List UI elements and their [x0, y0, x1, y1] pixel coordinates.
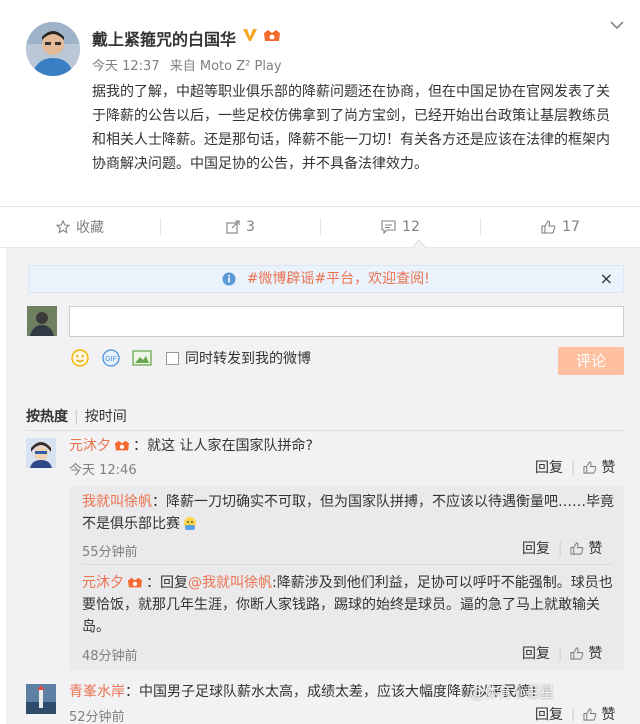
panel-caret	[412, 240, 426, 248]
forward-checkbox[interactable]	[166, 351, 179, 365]
post-meta: 今天 12:37 来自 Moto Z² Play	[92, 55, 288, 74]
like-count: 17	[562, 219, 580, 235]
sort-by-time[interactable]: 按时间	[85, 409, 127, 425]
sort-separator: |	[74, 409, 79, 425]
forward-label[interactable]: 同时转发到我的微博	[185, 348, 311, 368]
ops-separator: |	[558, 645, 563, 661]
ops-separator: |	[571, 706, 576, 722]
reply-link[interactable]: 回复	[522, 643, 550, 663]
reply-link[interactable]: 回复	[522, 538, 550, 558]
commenter-name[interactable]: 我就叫徐帆	[82, 494, 152, 510]
like-link[interactable]: 赞	[601, 704, 615, 724]
post: 戴上紧箍咒的白国华 今天 12:37 来自 Moto Z² Play 据我的了解…	[0, 0, 640, 206]
comment-time: 55分钟前	[82, 545, 138, 560]
comment-count: 12	[402, 219, 420, 235]
reply-prefix: ：回复	[146, 575, 188, 591]
commenter-name[interactable]: 元沐夕	[82, 575, 124, 591]
sort-by-hot[interactable]: 按热度	[26, 409, 68, 425]
comment-time: 48分钟前	[82, 649, 138, 664]
comment-body: 元沐夕 ：就这 让人家在国家队拼命?	[69, 435, 609, 457]
ops-separator: |	[558, 540, 563, 556]
comment-text: ：就这 让人家在国家队拼命?	[133, 438, 313, 454]
commenter-name[interactable]: 元沐夕	[69, 438, 111, 454]
thumbs-up-icon	[541, 220, 556, 234]
repost-button[interactable]: 3	[161, 207, 320, 247]
like-button[interactable]: 17	[481, 207, 640, 247]
repost-icon	[226, 220, 240, 234]
emoji-button[interactable]	[69, 348, 91, 368]
like-link[interactable]: 赞	[588, 538, 602, 558]
commenter-avatar[interactable]	[26, 684, 56, 714]
chevron-down-icon[interactable]	[610, 20, 624, 30]
emoji-icon	[71, 349, 89, 367]
like-link[interactable]: 赞	[601, 457, 615, 477]
reply-body: 我就叫徐帆：降薪一刀切确实不可取，但为国家队拼搏，不应该以待遇衡量吧……毕竟不是…	[82, 491, 614, 535]
notice-text[interactable]: #微博辟谣#平台，欢迎查阅!	[247, 271, 430, 287]
reply-link[interactable]: 回复	[535, 704, 563, 724]
author-avatar[interactable]	[26, 22, 80, 76]
thumbs-up-icon[interactable]	[570, 541, 584, 555]
comment-actions: 回复 | 赞	[522, 643, 602, 663]
reply-body: 元沐夕 ：回复@我就叫徐帆:降薪涉及到他们利益，足协可以呼吁不能强制。球员也要恰饭…	[82, 572, 614, 638]
comment-time: 今天 12:46	[69, 463, 137, 478]
my-avatar	[27, 306, 57, 336]
reply-link[interactable]: 回复	[535, 457, 563, 477]
image-button[interactable]	[131, 348, 153, 368]
like-link[interactable]: 赞	[588, 643, 602, 663]
close-icon[interactable]: ×	[600, 266, 613, 292]
vip-member-icon[interactable]	[113, 439, 131, 453]
vip-member-icon[interactable]	[262, 28, 282, 44]
gif-icon: GIF	[102, 349, 120, 367]
divider	[26, 430, 624, 431]
mention-link[interactable]: @我就叫徐帆	[188, 575, 272, 591]
post-action-bar: 收藏 3 12 17	[0, 206, 640, 248]
rumor-notice-banner[interactable]: #微博辟谣#平台，欢迎查阅! ×	[28, 265, 624, 293]
post-source[interactable]: 来自 Moto Z² Play	[170, 59, 282, 74]
svg-text:GIF: GIF	[105, 356, 117, 363]
info-icon	[222, 272, 236, 286]
divider	[82, 564, 612, 565]
thumbs-up-icon[interactable]	[570, 646, 584, 660]
comment-icon	[381, 220, 396, 234]
post-text: 据我的了解，中超等职业俱乐部的降薪问题还在协商，但在中国足协在官网发表了关于降薪…	[92, 84, 610, 172]
favorite-button[interactable]: 收藏	[0, 207, 160, 247]
thumbs-up-icon[interactable]	[583, 707, 597, 721]
author-name[interactable]: 戴上紧箍咒的白国华	[92, 26, 236, 50]
thumbs-up-icon[interactable]	[583, 460, 597, 474]
ops-separator: |	[571, 459, 576, 475]
post-time[interactable]: 今天 12:37	[92, 59, 160, 74]
commenter-avatar[interactable]	[26, 438, 56, 468]
comment-text: ：降薪一刀切确实不可取，但为国家队拼搏，不应该以待遇衡量吧……毕竟不是俱乐部比赛	[82, 494, 614, 532]
weibo-post-card: 戴上紧箍咒的白国华 今天 12:37 来自 Moto Z² Play 据我的了解…	[0, 0, 640, 724]
watermark: @体育小巨星	[470, 685, 554, 701]
comment-time: 52分钟前	[69, 710, 125, 724]
commenter-name[interactable]: 青峯水岸	[69, 684, 125, 700]
comment-actions: 回复 | 赞	[535, 704, 615, 724]
comment-input[interactable]	[69, 306, 624, 337]
comment-actions: 回复 | 赞	[535, 457, 615, 477]
favorite-label: 收藏	[76, 220, 104, 236]
repost-count: 3	[246, 219, 255, 235]
image-icon	[132, 350, 152, 366]
star-icon	[56, 220, 70, 234]
compose-toolbar: GIF 同时转发到我的微博	[69, 348, 311, 368]
comment-sort: 按热度 | 按时间	[26, 406, 127, 426]
comment-button[interactable]: 12	[321, 207, 480, 247]
vip-member-icon[interactable]	[126, 576, 144, 590]
gif-button[interactable]: GIF	[100, 348, 122, 368]
verified-v-icon	[243, 29, 257, 41]
emoji-icon	[184, 517, 196, 530]
submit-comment-button[interactable]: 评论	[558, 347, 624, 375]
comment-actions: 回复 | 赞	[522, 538, 602, 558]
